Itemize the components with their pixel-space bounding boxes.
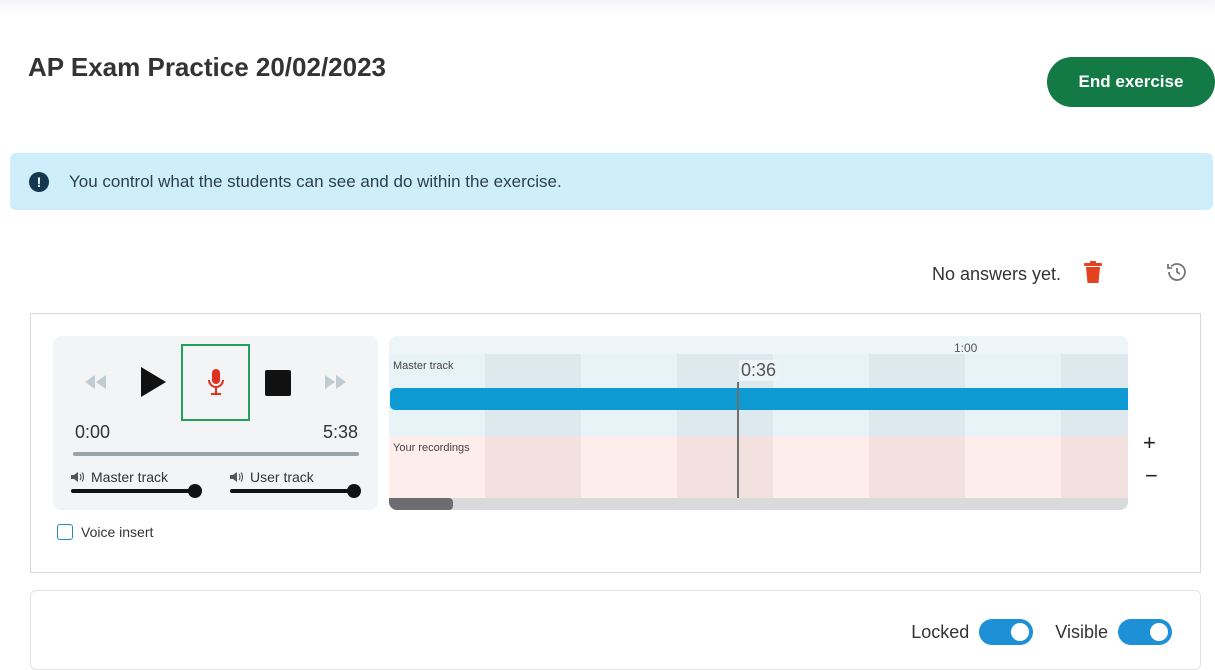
zoom-out-button[interactable]: − xyxy=(1145,463,1158,489)
answers-status: No answers yet. xyxy=(932,264,1062,284)
play-icon[interactable] xyxy=(135,364,171,400)
master-volume: Master track xyxy=(71,469,202,499)
timeline[interactable]: Master track Your recordings 1:00 0:36 xyxy=(389,336,1128,510)
user-volume-knob[interactable] xyxy=(347,484,361,498)
top-shadow xyxy=(0,0,1215,14)
master-volume-knob[interactable] xyxy=(188,484,202,498)
playhead-time: 0:36 xyxy=(739,360,779,381)
page-title: AP Exam Practice 20/02/2023 xyxy=(28,52,387,82)
current-time: 0:00 xyxy=(75,422,111,442)
record-button[interactable] xyxy=(181,344,250,421)
user-volume: User track xyxy=(230,469,361,499)
settings-bar: Locked Visible xyxy=(30,590,1201,670)
total-time: 5:38 xyxy=(322,422,358,442)
info-banner: ! You control what the students can see … xyxy=(10,153,1213,210)
voice-insert[interactable]: Voice insert xyxy=(57,524,153,540)
speaker-icon xyxy=(230,472,244,482)
trash-icon[interactable] xyxy=(1083,261,1103,288)
visible-toggle[interactable] xyxy=(1118,619,1172,645)
visible-label: Visible xyxy=(1055,621,1108,642)
timeline-marker: 1:00 xyxy=(954,341,978,355)
info-banner-text: You control what the students can see an… xyxy=(69,171,562,191)
history-icon[interactable] xyxy=(1165,260,1189,289)
stop-icon[interactable] xyxy=(263,368,293,398)
master-lane-label: Master track xyxy=(393,360,454,372)
locked-label: Locked xyxy=(911,621,970,642)
fast-forward-icon[interactable] xyxy=(321,372,351,392)
rewind-icon[interactable] xyxy=(81,372,111,392)
user-volume-label: User track xyxy=(250,469,314,485)
voice-insert-checkbox[interactable] xyxy=(57,524,73,540)
master-track-bar[interactable] xyxy=(390,388,1128,410)
user-volume-slider[interactable] xyxy=(230,484,361,498)
speaker-icon xyxy=(71,472,85,482)
zoom-in-button[interactable]: + xyxy=(1143,430,1156,456)
recordings-lane: Your recordings xyxy=(389,436,1128,498)
voice-insert-label: Voice insert xyxy=(81,524,154,540)
recordings-lane-label: Your recordings xyxy=(393,442,470,454)
microphone-icon xyxy=(207,368,224,395)
playback-controls: 0:00 5:38 Master track User track xyxy=(53,336,378,510)
master-volume-slider[interactable] xyxy=(71,484,202,498)
info-icon: ! xyxy=(29,171,49,192)
end-exercise-button[interactable]: End exercise xyxy=(1047,57,1215,107)
playhead[interactable] xyxy=(737,382,739,498)
timeline-scrollbar[interactable] xyxy=(389,498,1128,510)
progress-track[interactable] xyxy=(73,452,359,456)
timeline-scroll-thumb[interactable] xyxy=(389,498,453,510)
locked-toggle[interactable] xyxy=(979,619,1034,645)
master-volume-label: Master track xyxy=(91,469,169,485)
